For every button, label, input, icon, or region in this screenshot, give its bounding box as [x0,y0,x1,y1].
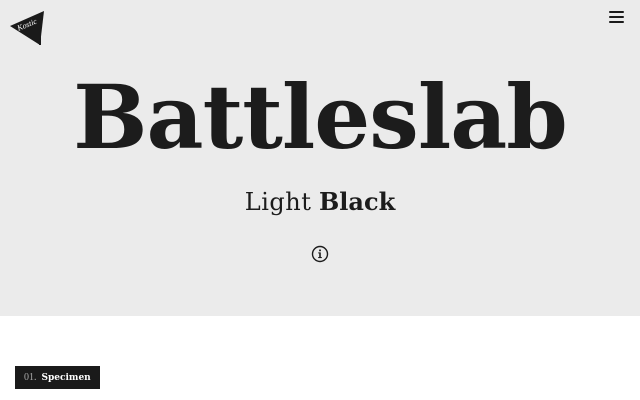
weight-black[interactable]: Black [319,187,395,216]
section-label: Specimen [41,372,91,383]
section-number: 01. [24,372,37,383]
hamburger-menu-icon[interactable] [606,8,630,26]
info-icon-glyph [311,245,329,263]
font-title: Battleslab [73,65,568,169]
hero-section: Kostic Battleslab Light Black [0,0,640,316]
section-nav-specimen[interactable]: 01. Specimen [15,366,100,389]
font-weights: Light Black [0,186,640,218]
weight-light[interactable]: Light [245,188,312,216]
logo[interactable]: Kostic [9,9,47,47]
info-icon[interactable] [311,245,329,263]
flag-logo-icon: Kostic [10,11,44,45]
